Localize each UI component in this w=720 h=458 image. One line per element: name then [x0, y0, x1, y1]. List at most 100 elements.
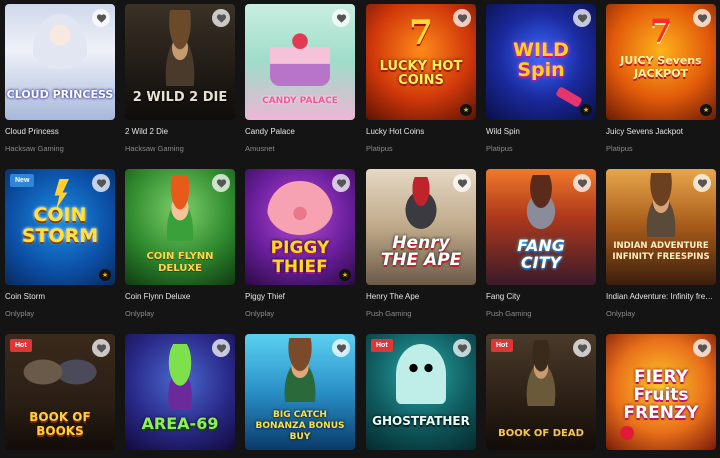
game-card[interactable]: AREA-69	[125, 334, 235, 450]
game-card[interactable]: COIN STORM New ★ Coin Storm Onlyplay	[5, 169, 115, 318]
favorite-heart-icon[interactable]	[573, 9, 591, 27]
seven-icon: 7	[409, 13, 433, 53]
game-thumbnail[interactable]: BOOK OF BOOKS Hot	[5, 334, 115, 450]
game-card[interactable]: 2 WILD 2 DIE 2 Wild 2 Die Hacksaw Gaming	[125, 4, 235, 153]
game-thumbnail[interactable]: WILD Spin ★	[486, 4, 596, 120]
trophy-icon: ★	[339, 269, 351, 281]
game-logo: JUICY Sevens JACKPOT	[620, 54, 702, 80]
game-logo: INDIAN ADVENTURE INFINITY FREESPINS	[612, 241, 710, 262]
game-title[interactable]: Juicy Sevens Jackpot	[606, 127, 716, 136]
game-provider: Push Gaming	[486, 309, 532, 318]
hot-badge: Hot	[10, 339, 32, 352]
game-logo: BIG CATCH BONANZA BONUS BUY	[255, 410, 345, 442]
hot-badge: Hot	[371, 339, 393, 352]
favorite-heart-icon[interactable]	[453, 339, 471, 357]
game-card[interactable]: FIERY Fruits FRENZY	[606, 334, 716, 450]
game-logo: WILD Spin	[513, 39, 569, 81]
game-thumbnail[interactable]: 2 WILD 2 DIE	[125, 4, 235, 120]
game-card[interactable]: CLOUD PRINCESS Cloud Princess Hacksaw Ga…	[5, 4, 115, 153]
game-card[interactable]: CANDY PALACE Candy Palace Amusnet	[245, 4, 355, 153]
game-card[interactable]: BOOK OF DEAD Hot	[486, 334, 596, 450]
favorite-heart-icon[interactable]	[332, 339, 350, 357]
game-thumbnail[interactable]: AREA-69	[125, 334, 235, 450]
favorite-heart-icon[interactable]	[453, 9, 471, 27]
cake-icon	[270, 30, 330, 86]
favorite-heart-icon[interactable]	[92, 339, 110, 357]
game-thumbnail[interactable]: PIGGY THIEF ★	[245, 169, 355, 285]
game-logo: BOOK OF DEAD	[498, 428, 584, 439]
game-thumbnail[interactable]: BOOK OF DEAD Hot	[486, 334, 596, 450]
game-card[interactable]: FANG CITY Fang City Push Gaming	[486, 169, 596, 318]
game-card[interactable]: BOOK OF BOOKS Hot	[5, 334, 115, 450]
game-thumbnail[interactable]: COIN FLYNN DELUXE	[125, 169, 235, 285]
game-title[interactable]: Candy Palace	[245, 127, 355, 136]
game-title[interactable]: Coin Flynn Deluxe	[125, 292, 235, 301]
game-thumbnail[interactable]: BIG CATCH BONANZA BONUS BUY	[245, 334, 355, 450]
game-provider: Hacksaw Gaming	[125, 144, 184, 153]
trophy-icon: ★	[99, 269, 111, 281]
game-logo: Henry THE APE	[380, 233, 462, 270]
game-card[interactable]: INDIAN ADVENTURE INFINITY FREESPINS Indi…	[606, 169, 716, 318]
game-card[interactable]: WILD Spin ★ Wild Spin Platipus	[486, 4, 596, 153]
game-provider: Onlyplay	[5, 309, 35, 318]
game-title[interactable]: Coin Storm	[5, 292, 115, 301]
game-title[interactable]: Henry The Ape	[366, 292, 476, 301]
favorite-heart-icon[interactable]	[212, 9, 230, 27]
favorite-heart-icon[interactable]	[573, 339, 591, 357]
game-logo: PIGGY THIEF	[270, 238, 330, 277]
game-provider: Onlyplay	[606, 309, 636, 318]
game-logo: COIN STORM	[21, 204, 99, 247]
game-title[interactable]: Lucky Hot Coins	[366, 127, 476, 136]
game-logo: FANG CITY	[517, 236, 565, 272]
game-thumbnail[interactable]: INDIAN ADVENTURE INFINITY FREESPINS	[606, 169, 716, 285]
hot-badge: Hot	[491, 339, 513, 352]
game-provider: Push Gaming	[366, 309, 412, 318]
favorite-heart-icon[interactable]	[212, 174, 230, 192]
game-card[interactable]: COIN FLYNN DELUXE Coin Flynn Deluxe Only…	[125, 169, 235, 318]
favorite-heart-icon[interactable]	[453, 174, 471, 192]
game-thumbnail[interactable]: 7 LUCKY HOT COINS ★	[366, 4, 476, 120]
game-card[interactable]: BIG CATCH BONANZA BONUS BUY	[245, 334, 355, 450]
favorite-heart-icon[interactable]	[693, 339, 711, 357]
favorite-heart-icon[interactable]	[92, 9, 110, 27]
game-provider: Amusnet	[245, 144, 275, 153]
favorite-heart-icon[interactable]	[332, 174, 350, 192]
favorite-heart-icon[interactable]	[212, 339, 230, 357]
game-logo: AREA-69	[141, 414, 219, 433]
game-title[interactable]: Fang City	[486, 292, 596, 301]
seven-icon: 7	[649, 12, 673, 50]
game-card[interactable]: Henry THE APE Henry The Ape Push Gaming	[366, 169, 476, 318]
game-thumbnail[interactable]: COIN STORM New ★	[5, 169, 115, 285]
favorite-heart-icon[interactable]	[693, 9, 711, 27]
game-title[interactable]: Wild Spin	[486, 127, 596, 136]
game-title[interactable]: Indian Adventure: Infinity freespins	[606, 292, 716, 301]
game-title[interactable]: Piggy Thief	[245, 292, 355, 301]
game-thumbnail[interactable]: Henry THE APE	[366, 169, 476, 285]
book-icon	[516, 340, 566, 406]
game-logo: FIERY Fruits FRENZY	[623, 367, 699, 423]
game-thumbnail[interactable]: CANDY PALACE	[245, 4, 355, 120]
game-card[interactable]: 7 JUICY Sevens JACKPOT ★ Juicy Sevens Ja…	[606, 4, 716, 153]
favorite-heart-icon[interactable]	[332, 9, 350, 27]
favorite-heart-icon[interactable]	[693, 174, 711, 192]
princess-icon	[33, 14, 87, 84]
fruit-icon	[620, 426, 634, 440]
game-card[interactable]: 7 LUCKY HOT COINS ★ Lucky Hot Coins Plat…	[366, 4, 476, 153]
game-thumbnail[interactable]: CLOUD PRINCESS	[5, 4, 115, 120]
trophy-icon: ★	[700, 104, 712, 116]
wolf-icon	[512, 175, 570, 241]
game-thumbnail[interactable]: GHOSTFATHER Hot	[366, 334, 476, 450]
game-title[interactable]: 2 Wild 2 Die	[125, 127, 235, 136]
game-provider: Platipus	[606, 144, 633, 153]
game-thumbnail[interactable]: FANG CITY	[486, 169, 596, 285]
favorite-heart-icon[interactable]	[573, 174, 591, 192]
game-thumbnail[interactable]: 7 JUICY Sevens JACKPOT ★	[606, 4, 716, 120]
game-thumbnail[interactable]: FIERY Fruits FRENZY	[606, 334, 716, 450]
game-provider: Platipus	[366, 144, 393, 153]
game-logo: LUCKY HOT COINS	[379, 59, 463, 88]
game-card[interactable]: PIGGY THIEF ★ Piggy Thief Onlyplay	[245, 169, 355, 318]
game-title[interactable]: Cloud Princess	[5, 127, 115, 136]
game-card[interactable]: GHOSTFATHER Hot	[366, 334, 476, 450]
trophy-icon: ★	[460, 104, 472, 116]
favorite-heart-icon[interactable]	[92, 174, 110, 192]
